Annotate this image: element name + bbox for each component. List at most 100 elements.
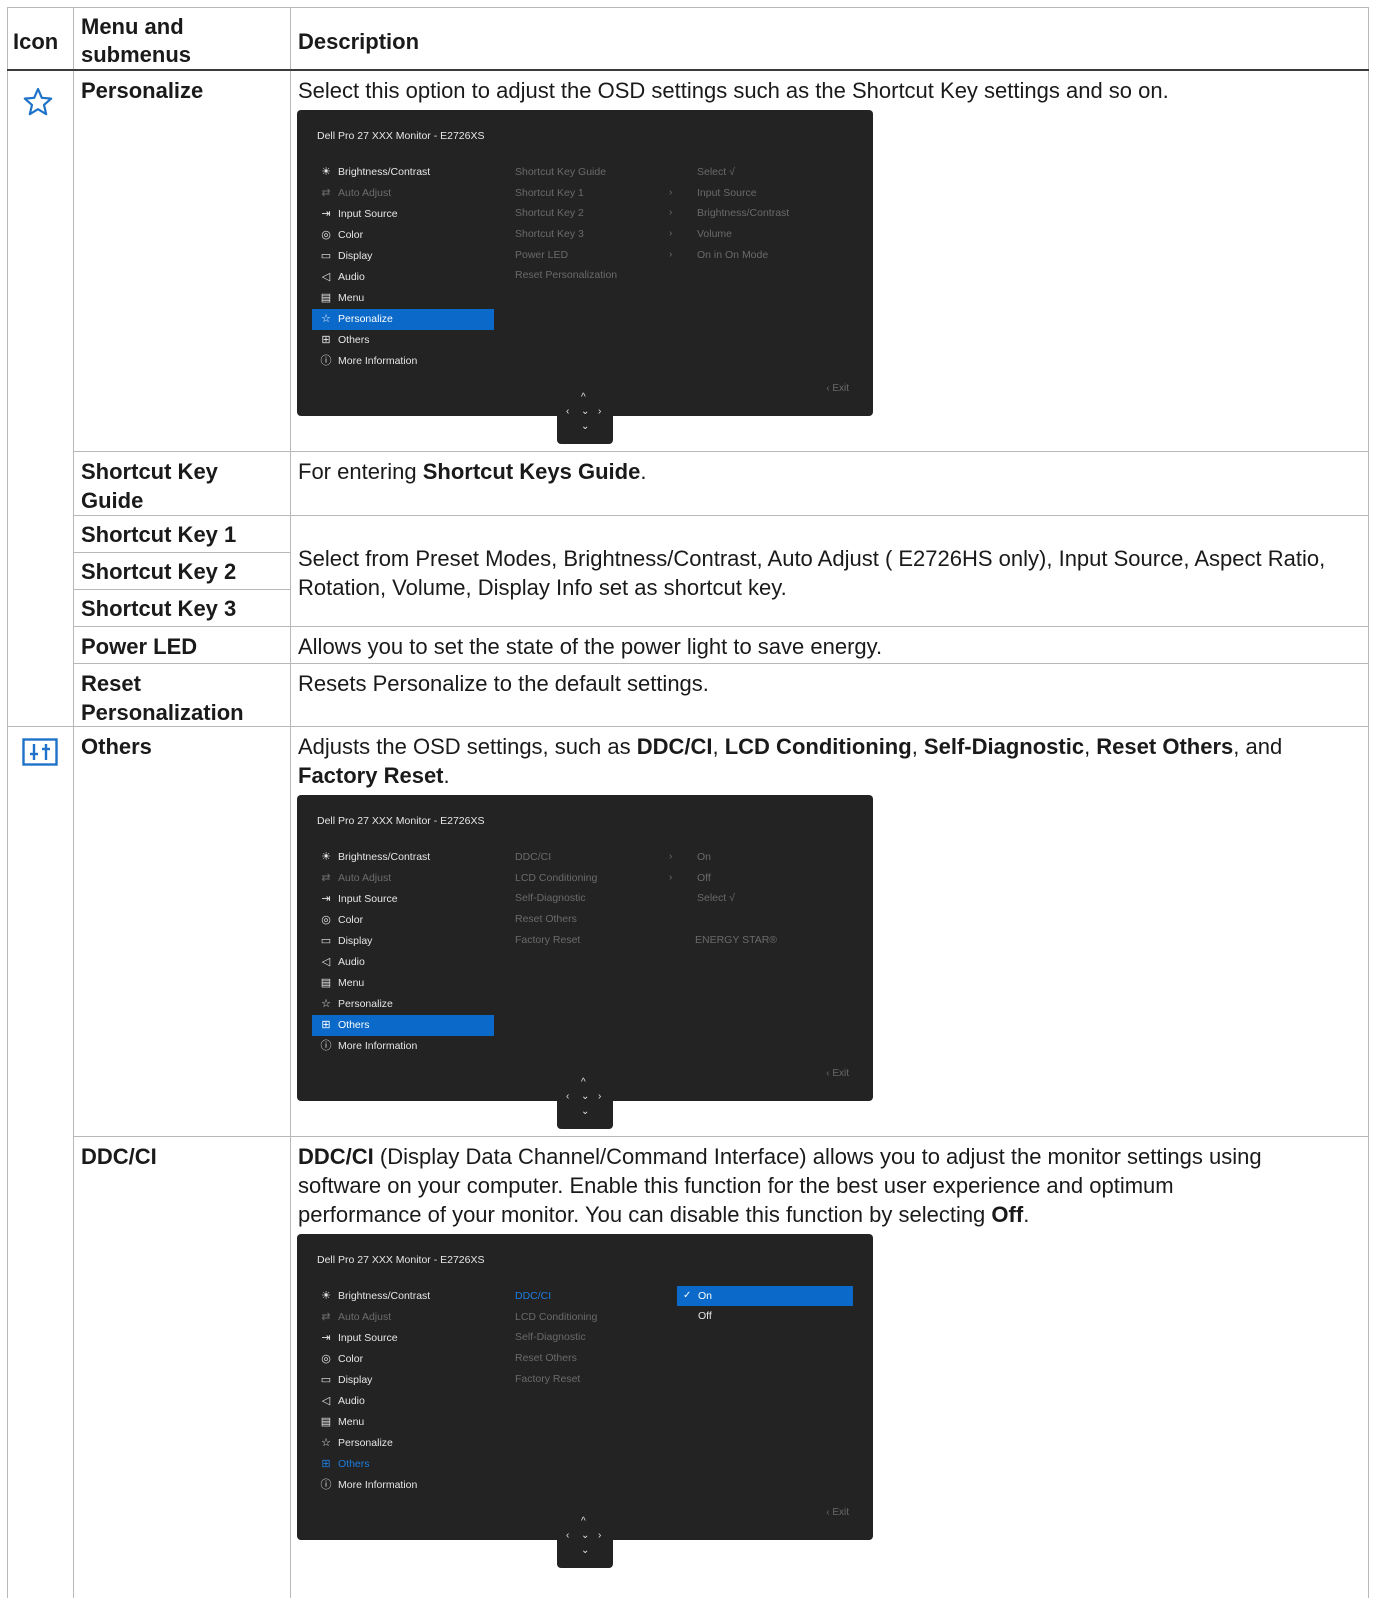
osd-sub-item: Reset Others: [515, 913, 577, 926]
palette-icon: ◎: [321, 914, 331, 926]
osd-arrows: › › › ›: [669, 162, 679, 265]
osd-sub-item: Shortcut Key 2: [515, 207, 584, 220]
osd-value: Select √: [697, 166, 735, 178]
osd-nav-item-active: ⊞ Others: [312, 1454, 494, 1475]
osd-nav-item: ▭ Display: [312, 1370, 494, 1391]
osd-value: Select √: [697, 892, 735, 905]
joystick-center-icon: ⌄: [581, 1091, 590, 1102]
chevron-right-icon: ›: [669, 207, 673, 219]
osd-sub-item: LCD Conditioning: [515, 1310, 598, 1323]
osd-value: Off: [697, 871, 711, 884]
menu-icon: ▤: [320, 292, 332, 304]
joystick-up-icon: ^: [581, 392, 586, 403]
menu-icon: ▤: [320, 1416, 332, 1428]
osd-nav-item: ⇥ Input Source: [312, 204, 494, 225]
osd-nav-item: ◁ Audio: [312, 1391, 494, 1412]
chevron-right-icon: ›: [669, 186, 673, 198]
input-source-icon: ⇥: [321, 1332, 331, 1344]
osd-nav-item: ▤ Menu: [312, 1412, 494, 1433]
joystick-guide: ^ ‹ ⌄ › ⌄: [557, 1512, 613, 1568]
osd-nav-item: ◎ Color: [312, 225, 494, 246]
osd-value: Volume: [697, 228, 733, 241]
osd-value: Input Source: [697, 186, 757, 199]
joystick-right-icon: ›: [598, 406, 602, 417]
osd-nav-item: ☆ Personalize: [312, 994, 494, 1015]
osd-nav-item-selected: ☆ Personalize: [312, 309, 494, 330]
osd-values: Select √ Input Source Brightness/Contras…: [697, 162, 857, 265]
joystick-guide: ^ ‹ ⌄ › ⌄: [557, 1073, 613, 1129]
palette-icon: ◎: [321, 229, 331, 241]
monitor-icon: ▭: [320, 250, 332, 262]
osd-nav-item: ☆ Personalize: [312, 1433, 494, 1454]
osd-exit: ‹ Exit: [826, 1507, 849, 1518]
desc-reset-personalization: Resets Personalize to the default settin…: [298, 671, 709, 696]
osd-nav-item: ▭ Display: [312, 931, 494, 952]
osd-sub-item: Shortcut Key Guide: [515, 166, 607, 178]
speaker-icon: ◁: [321, 271, 331, 283]
speaker-icon: ◁: [321, 956, 331, 968]
joystick-left-icon: ‹: [566, 1530, 570, 1541]
monitor-icon: ▭: [320, 935, 332, 947]
joystick-guide: ^ ‹ ⌄ › ⌄: [557, 388, 613, 444]
star-icon: ☆: [321, 998, 331, 1010]
sun-icon: ☀: [321, 851, 331, 863]
osd-sub-item: DDC/CI: [515, 851, 552, 863]
menu-shortcut-key-2: Shortcut Key 2: [81, 559, 237, 584]
desc-shortcut-key-guide: For entering Shortcut Keys Guide.: [298, 459, 647, 484]
star-icon: ☆: [321, 313, 331, 325]
chevron-right-icon: ›: [669, 248, 673, 260]
osd-title: Dell Pro 27 XXX Monitor - E2726XS: [317, 1254, 485, 1266]
desc-shortcut-keys: Select from Preset Modes, Brightness/Con…: [298, 546, 1326, 600]
others-icon: ⊞: [321, 1019, 331, 1031]
osd-nav-item: ▤ Menu: [312, 973, 494, 994]
menu-shortcut-key-3: Shortcut Key 3: [81, 596, 237, 621]
osd-nav-item: ⊞ Others: [312, 330, 494, 351]
others-icon: [22, 738, 58, 766]
osd-sub-item: LCD Conditioning: [515, 871, 598, 884]
osd-nav-item: ⓘ More Information: [312, 351, 494, 372]
others-icon: ⊞: [321, 334, 331, 346]
osd-nav-item: ◁ Audio: [312, 952, 494, 973]
osd-nav: ☀ Brightness/Contrast ⇄ Auto Adjust ⇥ Input…: [312, 162, 494, 372]
osd-option-off: Off: [698, 1310, 712, 1322]
osd-submenu: DDC/CI LCD Conditioning Self-Diagnostic …: [515, 1286, 665, 1389]
input-source-icon: ⇥: [321, 893, 331, 905]
sun-icon: ☀: [321, 1290, 331, 1302]
osd-exit: ‹ Exit: [826, 383, 849, 394]
joystick-down-icon: ⌄: [581, 1106, 590, 1117]
osd-sub-item: Shortcut Key 1: [515, 186, 584, 199]
osd-personalize-screenshot: Dell Pro 27 XXX Monitor - E2726XS ☀ Brigh…: [297, 110, 873, 416]
desc-personalize: Select this option to adjust the OSD set…: [298, 78, 1169, 103]
chevron-right-icon: ›: [669, 228, 673, 240]
desc-power-led: Allows you to set the state of the power…: [298, 634, 883, 659]
osd-submenu: Shortcut Key Guide Shortcut Key 1 Shortc…: [515, 162, 665, 286]
osd-sub-item: Factory Reset: [515, 1372, 581, 1385]
osd-sub-item: Factory Reset: [515, 933, 581, 946]
osd-nav-item: ◎ Color: [312, 1349, 494, 1370]
osd-values: On Off Select √ ENERGY STAR®: [695, 847, 857, 950]
osd-ddc-ci-screenshot: Dell Pro 27 XXX Monitor - E2726XS ☀ Brigh…: [297, 1234, 873, 1540]
osd-value: On in On Mode: [697, 248, 769, 261]
osd-sub-item: Reset Others: [515, 1352, 577, 1365]
osd-value: Brightness/Contrast: [697, 207, 790, 220]
osd-nav-item: ⓘ More Information: [312, 1036, 494, 1057]
joystick-down-icon: ⌄: [581, 1545, 590, 1556]
palette-icon: ◎: [321, 1353, 331, 1365]
joystick-down-icon: ⌄: [581, 421, 590, 432]
joystick-left-icon: ‹: [566, 406, 570, 417]
osd-nav-item: ▭ Display: [312, 246, 494, 267]
osd-nav-item: ⇄ Auto Adjust: [312, 868, 494, 889]
desc-others: Adjusts the OSD settings, such as DDC/CI…: [298, 734, 1283, 788]
menu-shortcut-key-1: Shortcut Key 1: [81, 522, 237, 547]
osd-nav-item: ◁ Audio: [312, 267, 494, 288]
joystick-right-icon: ›: [598, 1091, 602, 1102]
osd-sub-item: Self-Diagnostic: [515, 1331, 586, 1344]
joystick-up-icon: ^: [581, 1077, 586, 1088]
auto-adjust-icon: ⇄: [321, 872, 331, 884]
osd-sub-item: Self-Diagnostic: [515, 892, 586, 905]
menu-reset-personalization: Reset Personalization: [81, 671, 244, 725]
osd-sub-item: Shortcut Key 3: [515, 228, 584, 241]
info-icon: ⓘ: [320, 1040, 332, 1052]
osd-title: Dell Pro 27 XXX Monitor - E2726XS: [317, 815, 485, 827]
osd-exit: ‹ Exit: [826, 1068, 849, 1079]
